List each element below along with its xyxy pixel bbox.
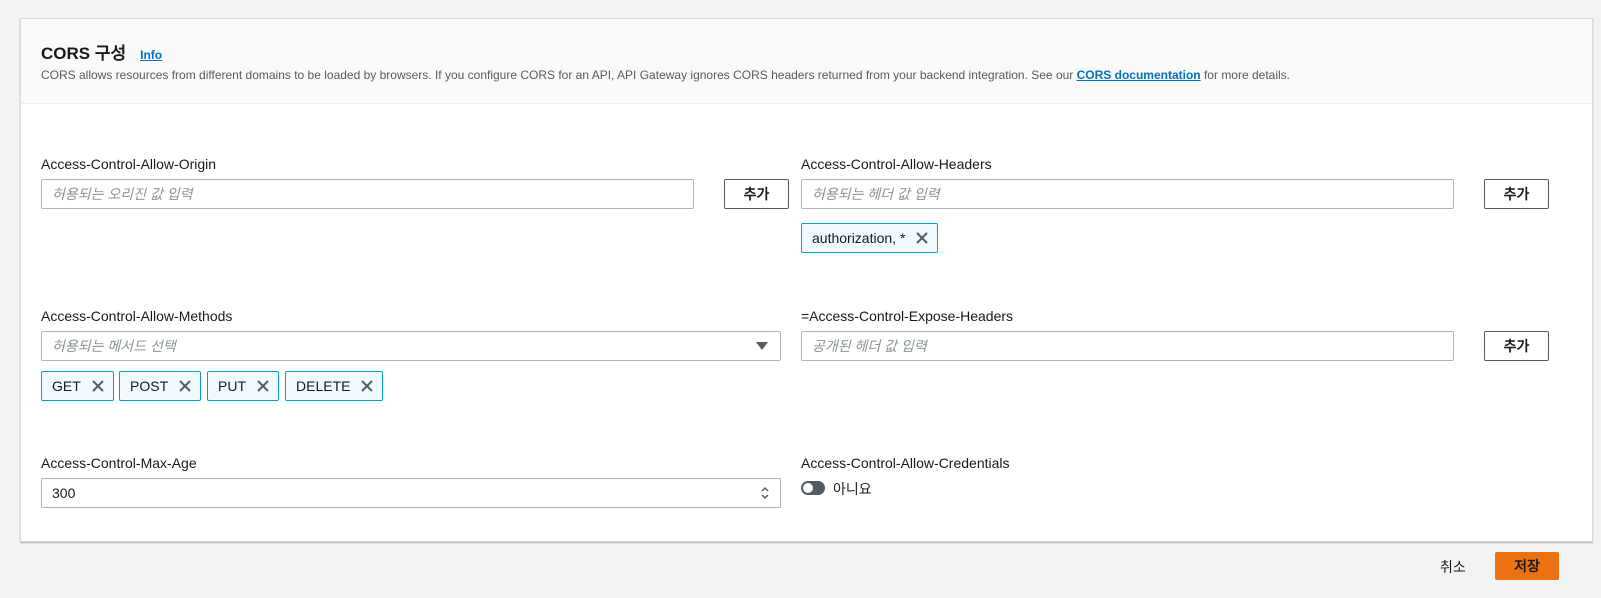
allow-origin-label: Access-Control-Allow-Origin xyxy=(41,156,217,172)
panel-header: CORS 구성 Info CORS allows resources from … xyxy=(21,19,1592,104)
max-age-input[interactable]: 300 xyxy=(41,478,781,508)
stepper-icon[interactable] xyxy=(760,485,770,501)
header-token: authorization, * xyxy=(801,223,939,253)
method-token-post: POST xyxy=(119,371,202,401)
expose-headers-label: =Access-Control-Expose-Headers xyxy=(801,308,1014,324)
cors-panel: CORS 구성 Info CORS allows resources from … xyxy=(20,18,1593,542)
token-label: PUT xyxy=(218,378,246,394)
token-label: authorization, * xyxy=(812,230,906,246)
save-button[interactable]: 저장 xyxy=(1495,552,1559,580)
expose-headers-placeholder: 공개된 헤더 값 입력 xyxy=(812,338,927,354)
allow-headers-placeholder: 허용되는 헤더 값 입력 xyxy=(812,186,940,202)
caret-down-icon xyxy=(756,342,768,350)
close-icon[interactable] xyxy=(360,379,374,393)
description-text: CORS allows resources from different dom… xyxy=(41,68,1077,82)
allow-headers-input[interactable]: 허용되는 헤더 값 입력 xyxy=(801,179,1454,209)
method-token-delete: DELETE xyxy=(285,371,384,401)
allow-methods-label: Access-Control-Allow-Methods xyxy=(41,308,233,324)
page-title: CORS 구성 xyxy=(41,44,127,63)
close-icon[interactable] xyxy=(256,379,270,393)
close-icon[interactable] xyxy=(915,231,929,245)
description: CORS allows resources from different dom… xyxy=(41,68,1290,82)
token-label: POST xyxy=(130,378,169,394)
allow-origin-add-button[interactable]: 추가 xyxy=(724,179,789,209)
allow-credentials-toggle[interactable] xyxy=(801,481,825,495)
max-age-label: Access-Control-Max-Age xyxy=(41,455,197,471)
max-age-value: 300 xyxy=(52,485,76,501)
method-token-get: GET xyxy=(41,371,114,401)
allow-credentials-toggle-label: 아니요 xyxy=(833,481,872,497)
cors-documentation-link[interactable]: CORS documentation xyxy=(1077,68,1201,82)
title-row: CORS 구성 Info xyxy=(41,39,162,64)
token-label: DELETE xyxy=(296,378,351,394)
allow-methods-select[interactable]: 허용되는 메서드 선택 xyxy=(41,331,781,361)
allow-origin-placeholder: 허용되는 오리진 값 입력 xyxy=(52,186,193,202)
expose-headers-input[interactable]: 공개된 헤더 값 입력 xyxy=(801,331,1454,361)
allow-credentials-label: Access-Control-Allow-Credentials xyxy=(801,455,1010,471)
info-link[interactable]: Info xyxy=(140,48,162,62)
close-icon[interactable] xyxy=(91,379,105,393)
cancel-button[interactable]: 취소 xyxy=(1440,557,1466,577)
token-label: GET xyxy=(52,378,81,394)
method-token-put: PUT xyxy=(207,371,279,401)
expose-headers-add-button[interactable]: 추가 xyxy=(1484,331,1549,361)
description-suffix: for more details. xyxy=(1200,68,1291,82)
allow-methods-placeholder: 허용되는 메서드 선택 xyxy=(52,338,176,354)
allow-headers-add-button[interactable]: 추가 xyxy=(1484,179,1549,209)
allow-origin-input[interactable]: 허용되는 오리진 값 입력 xyxy=(41,179,694,209)
allow-headers-label: Access-Control-Allow-Headers xyxy=(801,156,992,172)
close-icon[interactable] xyxy=(178,379,192,393)
